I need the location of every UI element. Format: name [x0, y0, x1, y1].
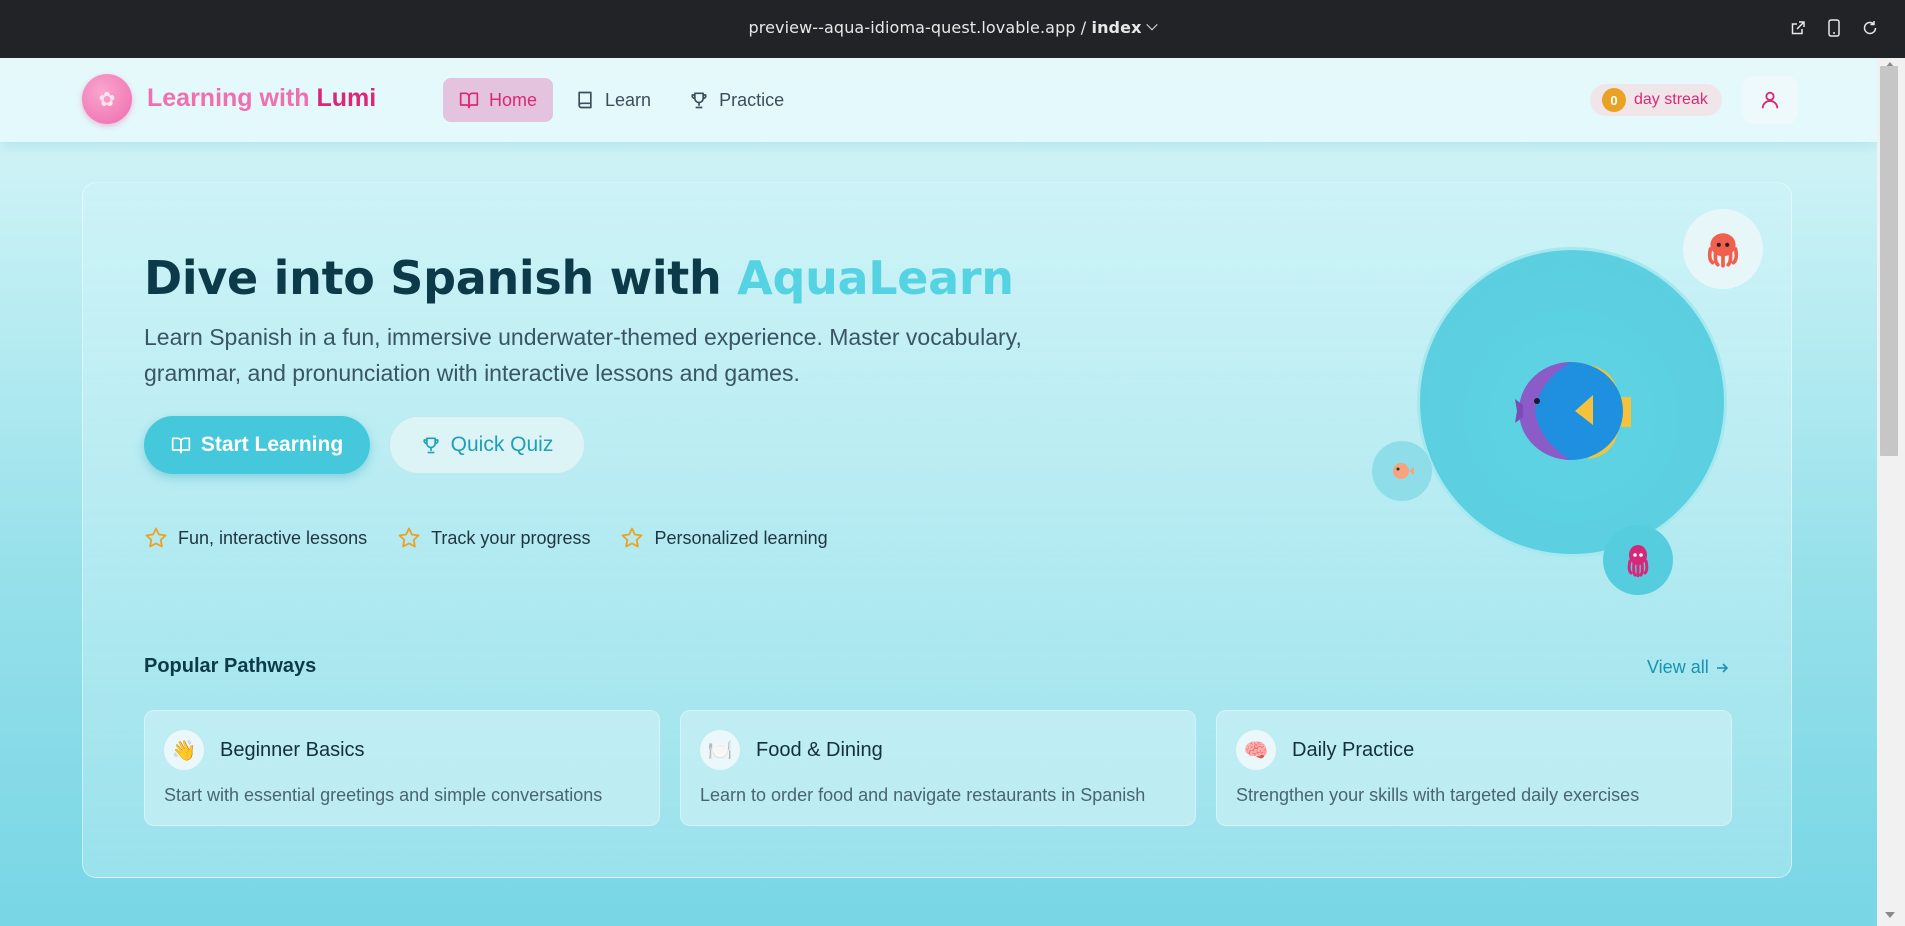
view-all-link[interactable]: View all — [1647, 657, 1729, 678]
star-icon — [398, 527, 420, 548]
star-icon — [145, 527, 167, 548]
trophy-icon — [423, 437, 439, 454]
browser-toolbar: preview--aqua-idioma-quest.lovable.app /… — [0, 0, 1905, 58]
section-title-popular-pathways: Popular Pathways — [144, 655, 317, 677]
book-icon — [578, 91, 592, 109]
nav-item-label: Practice — [719, 89, 785, 110]
card-description: Learn to order food and navigate restaur… — [700, 785, 1146, 805]
chevron-down-icon[interactable] — [1146, 19, 1159, 31]
nav-item-learn[interactable]: Learn — [559, 78, 667, 122]
card-description: Start with essential greetings and simpl… — [164, 785, 603, 805]
nav-item-home[interactable]: Home — [443, 78, 554, 122]
brand-prefix: Learning with — [147, 84, 310, 112]
scrollbar-thumb[interactable] — [1880, 66, 1898, 456]
plate-icon: 🍽️ — [700, 730, 740, 770]
star-icon — [622, 527, 643, 548]
feature-label: Track your progress — [431, 527, 591, 548]
card-title: Beginner Basics — [220, 739, 365, 761]
waving-hand-icon: 👋 — [164, 730, 204, 770]
open-external-icon[interactable] — [1789, 17, 1807, 39]
streak-label: day streak — [1634, 91, 1708, 108]
book-open-icon — [171, 437, 190, 454]
title-accent: AquaLearn — [737, 251, 1014, 305]
card-title: Food & Dining — [756, 739, 883, 761]
nav-item-label: Home — [489, 89, 538, 110]
hero-card: Dive into Spanish with AquaLearn Learn S… — [82, 182, 1792, 878]
nav-item-label: Learn — [605, 89, 652, 110]
trophy-icon — [691, 92, 707, 109]
mobile-device-icon[interactable] — [1825, 17, 1843, 39]
user-profile-button[interactable] — [1742, 76, 1798, 124]
feature-label: Fun, interactive lessons — [178, 527, 368, 548]
feature-item: Track your progress — [397, 526, 590, 550]
user-icon — [1761, 91, 1779, 109]
page-title: Dive into Spanish with AquaLearn — [144, 251, 1014, 305]
brand-name[interactable]: Learning with Lumi — [147, 84, 376, 113]
nav-item-practice[interactable]: Practice — [673, 78, 800, 122]
card-title: Daily Practice — [1292, 739, 1415, 761]
main-nav: Home Learn Practice — [443, 78, 800, 122]
axolotl-icon[interactable]: ✿ — [82, 74, 132, 124]
book-open-icon — [459, 92, 479, 109]
streak-badge[interactable]: 0 day streak — [1590, 84, 1722, 116]
card-description: Strengthen your skills with targeted dai… — [1236, 785, 1640, 805]
feature-item: Personalized learning — [620, 526, 828, 550]
hero-subtitle: Learn Spanish in a fun, immersive underw… — [144, 324, 1022, 386]
octopus-icon — [1683, 209, 1763, 289]
address-bar[interactable]: preview--aqua-idioma-quest.lovable.app /… — [0, 18, 1905, 37]
pathway-card-beginner-basics[interactable]: 👋 Beginner Basics Start with essential g… — [144, 710, 660, 826]
arrow-right-icon — [1716, 662, 1728, 673]
brain-icon: 🧠 — [1236, 730, 1276, 770]
pathway-card-daily-practice[interactable]: 🧠 Daily Practice Strengthen your skills … — [1216, 710, 1732, 826]
url-page: index — [1091, 18, 1142, 37]
pathway-card-food-dining[interactable]: 🍽️ Food & Dining Learn to order food and… — [680, 710, 1196, 826]
pufferfish-icon — [1372, 441, 1432, 501]
quick-quiz-button[interactable]: Quick Quiz — [389, 416, 585, 474]
feature-list: Fun, interactive lessons Track your prog… — [144, 526, 828, 550]
top-navigation: ✿ Learning with Lumi Home Learn Practice… — [0, 58, 1877, 142]
pathway-cards: 👋 Beginner Basics Start with essential g… — [144, 710, 1732, 826]
page-viewport: ✿ Learning with Lumi Home Learn Practice… — [0, 58, 1877, 926]
view-all-label: View all — [1647, 657, 1709, 677]
title-prefix: Dive into Spanish with — [144, 251, 722, 305]
feature-item: Fun, interactive lessons — [144, 526, 367, 550]
button-label: Start Learning — [200, 433, 344, 456]
fish-icon — [1515, 362, 1631, 460]
feature-label: Personalized learning — [654, 527, 828, 548]
button-label: Quick Quiz — [450, 433, 554, 456]
scroll-down-icon[interactable] — [1885, 912, 1895, 918]
url-separator: / — [1075, 18, 1092, 37]
reload-icon[interactable] — [1861, 17, 1879, 39]
brand-accent: Lumi — [316, 84, 377, 112]
url-host: preview--aqua-idioma-quest.lovable.app — [748, 18, 1076, 37]
squid-icon — [1603, 525, 1673, 595]
streak-count: 0 — [1602, 88, 1626, 112]
start-learning-button[interactable]: Start Learning — [144, 416, 370, 474]
